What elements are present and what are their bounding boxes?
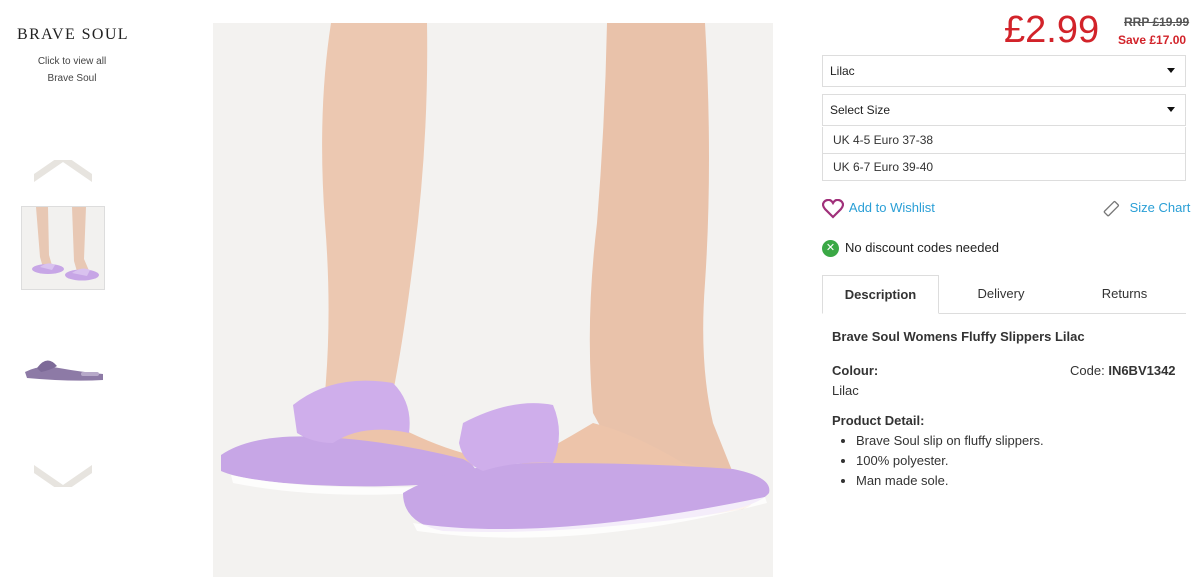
product-detail-list: Brave Soul slip on fluffy slippers. 100%…: [838, 431, 1044, 491]
list-item: 100% polyester.: [856, 451, 1044, 471]
no-discount-notice: ✕ No discount codes needed: [822, 238, 999, 258]
size-option[interactable]: UK 4-5 Euro 37-38: [822, 127, 1186, 154]
thumbnail-slipper-side[interactable]: [21, 328, 105, 412]
size-select[interactable]: Select Size: [822, 94, 1186, 126]
wishlist-label: Add to Wishlist: [848, 200, 935, 215]
tab-returns[interactable]: Returns: [1063, 275, 1186, 313]
caret-down-icon: [1167, 68, 1175, 73]
product-title: Brave Soul Womens Fluffy Slippers Lilac: [832, 329, 1085, 344]
colour-label: Colour:: [832, 363, 879, 378]
product-code: Code: IN6BV1342: [1070, 363, 1176, 378]
product-detail-label: Product Detail:: [832, 413, 925, 428]
caret-down-icon: [1167, 107, 1175, 112]
chevron-up-icon[interactable]: [34, 160, 92, 184]
size-option[interactable]: UK 6-7 Euro 39-40: [822, 154, 1186, 181]
size-chart-label: Size Chart: [1129, 200, 1191, 215]
heart-icon: [822, 198, 844, 219]
price: £2.99: [1004, 9, 1100, 51]
tab-delivery[interactable]: Delivery: [939, 275, 1063, 313]
brand-link-line1: Click to view all: [37, 56, 107, 67]
colour-select[interactable]: Lilac: [822, 55, 1186, 87]
rrp-price: RRP £19.99: [1124, 15, 1190, 29]
thumbnail-model-feet[interactable]: [21, 206, 105, 290]
list-item: Brave Soul slip on fluffy slippers.: [856, 431, 1044, 451]
code-label: Code:: [1070, 363, 1105, 378]
list-item: Man made sole.: [856, 471, 1044, 491]
check-circle-icon: ✕: [822, 240, 839, 258]
size-select-placeholder: Select Size: [830, 103, 891, 117]
info-tabs: Description Delivery Returns: [822, 275, 1186, 314]
brand-link-line2: Brave Soul: [47, 73, 97, 84]
code-value: IN6BV1342: [1108, 363, 1176, 378]
colour-select-value: Lilac: [830, 64, 855, 78]
no-discount-text: No discount codes needed: [845, 240, 999, 255]
savings-amount: Save £17.00: [1118, 33, 1187, 47]
tab-description[interactable]: Description: [822, 275, 939, 314]
brand-view-all-link[interactable]: Click to view all Brave Soul: [12, 53, 132, 87]
add-to-wishlist-link[interactable]: Add to Wishlist: [822, 198, 935, 220]
size-chart-link[interactable]: Size Chart: [1102, 198, 1190, 218]
brand-logo[interactable]: BRAVE SOUL: [12, 26, 134, 44]
ruler-icon: [1103, 200, 1120, 216]
main-product-image[interactable]: [213, 23, 773, 577]
chevron-down-icon[interactable]: [34, 463, 92, 487]
colour-value: Lilac: [832, 383, 859, 398]
